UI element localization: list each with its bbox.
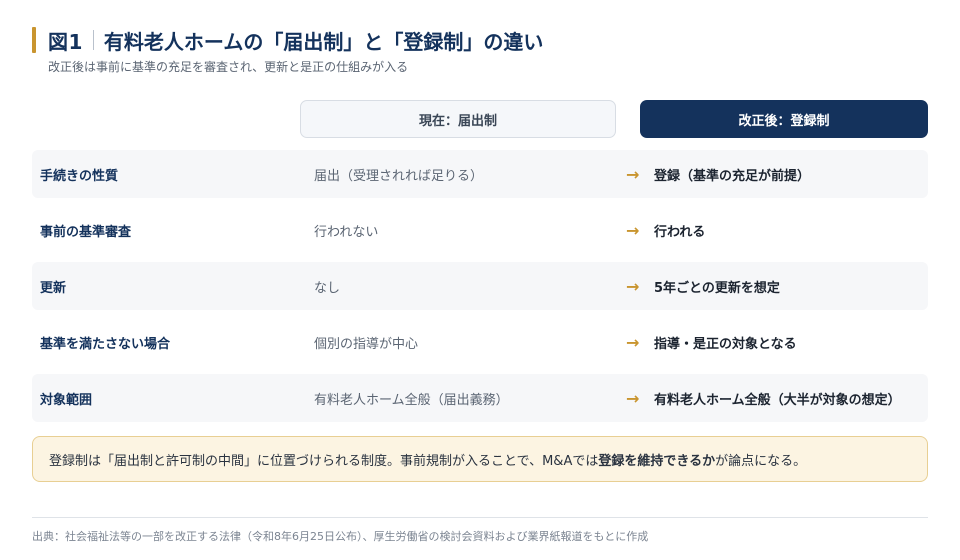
row-label: 事前の基準審査 — [40, 224, 132, 240]
arrow-right-icon: → — [626, 276, 640, 296]
row-label: 基準を満たさない場合 — [40, 336, 171, 352]
title-accent-bar — [32, 27, 36, 53]
row-after-value: 行われる — [654, 224, 706, 240]
row-current-value: 有料老人ホーム全般（届出義務） — [314, 392, 509, 408]
row-current-value: 個別の指導が中心 — [314, 336, 419, 352]
row-current-value: 届出（受理されれば足りる） — [314, 168, 484, 184]
page-subtitle: 改正後は事前に基準の充足を審査され、更新と是正の仕組みが入る — [48, 60, 409, 74]
footer-divider — [32, 517, 928, 518]
row-after-value: 有料老人ホーム全般（大半が対象の想定） — [654, 392, 901, 408]
arrow-right-icon: → — [626, 220, 640, 240]
comparison-row: 対象範囲 有料老人ホーム全般（届出義務） → 有料老人ホーム全般（大半が対象の想… — [32, 374, 928, 422]
column-header-after: 改正後：登録制 — [640, 100, 928, 138]
comparison-row: 手続きの性質 届出（受理されれば足りる） → 登録（基準の充足が前提） — [32, 150, 928, 198]
row-label: 手続きの性質 — [40, 168, 119, 184]
arrow-right-icon: → — [626, 332, 640, 352]
row-label: 更新 — [40, 280, 67, 296]
note-text-emphasis: 登録を維持できるか — [598, 453, 716, 469]
source-note: 出典：社会福祉法等の一部を改正する法律（令和8年6月25日公布）、厚生労働省の検… — [32, 530, 649, 543]
row-current-value: 行われない — [314, 224, 379, 240]
row-label: 対象範囲 — [40, 392, 93, 408]
row-after-value: 5年ごとの更新を想定 — [654, 280, 780, 296]
comparison-row: 基準を満たさない場合 個別の指導が中心 → 指導・是正の対象となる — [32, 318, 928, 366]
row-after-value: 指導・是正の対象となる — [654, 336, 797, 352]
page-title: 有料老人ホームの「届出制」と「登録制」の違い — [103, 29, 544, 54]
figure-number: 図1 — [48, 29, 83, 54]
title-separator — [92, 30, 94, 50]
title-row: 図1 有料老人ホームの「届出制」と「登録制」の違い — [32, 26, 543, 54]
row-after-cell: → 指導・是正の対象となる — [626, 333, 797, 352]
comparison-row: 更新 なし → 5年ごとの更新を想定 — [32, 262, 928, 310]
comparison-row: 事前の基準審査 行われない → 行われる — [32, 206, 928, 254]
note-text-part2: が論点になる。 — [715, 453, 807, 469]
arrow-right-icon: → — [626, 388, 640, 408]
note-text: 登録制は「届出制と許可制の中間」に位置づけられる制度。事前規制が入ることで、M&… — [49, 450, 806, 469]
row-after-cell: → 行われる — [626, 221, 705, 240]
row-after-cell: → 有料老人ホーム全般（大半が対象の想定） — [626, 389, 901, 408]
row-after-cell: → 登録（基準の充足が前提） — [626, 165, 810, 184]
note-text-part1: 登録制は「届出制と許可制の中間」に位置づけられる制度。事前規制が入ることで、M&… — [49, 453, 599, 469]
note-callout: 登録制は「届出制と許可制の中間」に位置づけられる制度。事前規制が入ることで、M&… — [32, 436, 928, 482]
arrow-right-icon: → — [626, 164, 640, 184]
column-header-current: 現在：届出制 — [300, 100, 616, 138]
row-after-value: 登録（基準の充足が前提） — [654, 168, 811, 184]
row-current-value: なし — [314, 280, 341, 296]
row-after-cell: → 5年ごとの更新を想定 — [626, 277, 780, 296]
